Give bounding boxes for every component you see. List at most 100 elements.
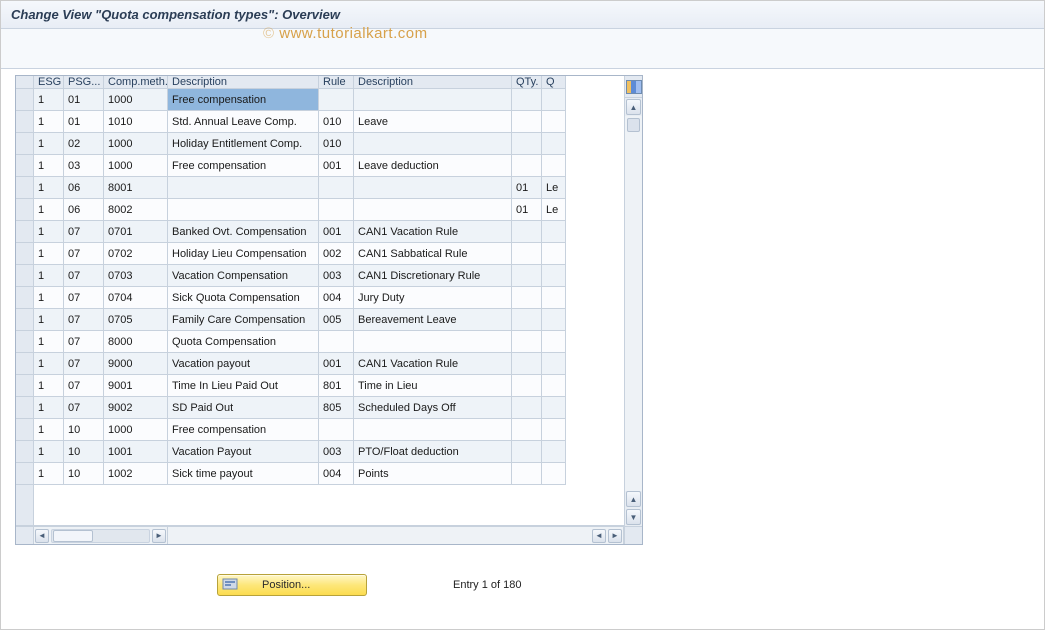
cell-comp[interactable]: 1000: [104, 89, 168, 111]
col-qty[interactable]: QTy.: [512, 76, 542, 89]
cell-esg[interactable]: 1: [34, 353, 64, 375]
scroll-right-button[interactable]: ►: [608, 529, 622, 543]
cell-q[interactable]: [542, 133, 566, 155]
cell-description-2[interactable]: [354, 133, 512, 155]
scroll-up-button[interactable]: ▲: [626, 99, 641, 115]
cell-comp[interactable]: 9001: [104, 375, 168, 397]
cell-description-2[interactable]: Points: [354, 463, 512, 485]
cell-psg[interactable]: 07: [64, 243, 104, 265]
cell-rule[interactable]: 010: [319, 133, 354, 155]
cell-rule[interactable]: [319, 419, 354, 441]
cell-esg[interactable]: 1: [34, 309, 64, 331]
table-row[interactable]: 1070705Family Care Compensation005Bereav…: [16, 309, 624, 331]
col-esg[interactable]: ESG: [34, 76, 64, 89]
cell-description-1[interactable]: Free compensation: [168, 89, 319, 111]
col-psg[interactable]: PSG...: [64, 76, 104, 89]
cell-description-2[interactable]: Leave: [354, 111, 512, 133]
cell-comp[interactable]: 9000: [104, 353, 168, 375]
cell-rule[interactable]: 004: [319, 287, 354, 309]
cell-description-1[interactable]: Std. Annual Leave Comp.: [168, 111, 319, 133]
scroll-right-button-fixed[interactable]: ►: [152, 529, 166, 543]
cell-rule[interactable]: 001: [319, 155, 354, 177]
table-row[interactable]: 1011010Std. Annual Leave Comp.010Leave: [16, 111, 624, 133]
cell-q[interactable]: [542, 89, 566, 111]
cell-q[interactable]: Le: [542, 177, 566, 199]
cell-qty[interactable]: [512, 353, 542, 375]
cell-comp[interactable]: 8002: [104, 199, 168, 221]
cell-psg[interactable]: 07: [64, 397, 104, 419]
scroll-track[interactable]: [625, 116, 642, 491]
table-row[interactable]: 106800201Le: [16, 199, 624, 221]
table-row[interactable]: 1070702Holiday Lieu Compensation002CAN1 …: [16, 243, 624, 265]
cell-qty[interactable]: [512, 419, 542, 441]
cell-description-1[interactable]: Vacation payout: [168, 353, 319, 375]
cell-q[interactable]: [542, 419, 566, 441]
cell-comp[interactable]: 9002: [104, 397, 168, 419]
cell-description-2[interactable]: [354, 419, 512, 441]
cell-rule[interactable]: 801: [319, 375, 354, 397]
cell-esg[interactable]: 1: [34, 89, 64, 111]
cell-q[interactable]: [542, 287, 566, 309]
cell-qty[interactable]: [512, 375, 542, 397]
cell-psg[interactable]: 07: [64, 309, 104, 331]
cell-esg[interactable]: 1: [34, 221, 64, 243]
cell-description-2[interactable]: Time in Lieu: [354, 375, 512, 397]
cell-esg[interactable]: 1: [34, 331, 64, 353]
cell-comp[interactable]: 0704: [104, 287, 168, 309]
cell-description-2[interactable]: CAN1 Sabbatical Rule: [354, 243, 512, 265]
cell-esg[interactable]: 1: [34, 375, 64, 397]
cell-psg[interactable]: 07: [64, 353, 104, 375]
cell-psg[interactable]: 06: [64, 177, 104, 199]
cell-esg[interactable]: 1: [34, 133, 64, 155]
table-row[interactable]: 1079001Time In Lieu Paid Out801Time in L…: [16, 375, 624, 397]
cell-description-1[interactable]: Sick Quota Compensation: [168, 287, 319, 309]
cell-comp[interactable]: 8001: [104, 177, 168, 199]
col-q[interactable]: Q: [542, 76, 566, 89]
cell-rule[interactable]: 002: [319, 243, 354, 265]
cell-q[interactable]: [542, 265, 566, 287]
cell-esg[interactable]: 1: [34, 155, 64, 177]
cell-q[interactable]: Le: [542, 199, 566, 221]
cell-q[interactable]: [542, 375, 566, 397]
table-row[interactable]: 1079000Vacation payout001CAN1 Vacation R…: [16, 353, 624, 375]
table-row[interactable]: 1011000Free compensation: [16, 89, 624, 111]
cell-comp[interactable]: 1010: [104, 111, 168, 133]
cell-q[interactable]: [542, 441, 566, 463]
cell-description-2[interactable]: Bereavement Leave: [354, 309, 512, 331]
cell-psg[interactable]: 07: [64, 265, 104, 287]
cell-description-1[interactable]: Family Care Compensation: [168, 309, 319, 331]
cell-description-1[interactable]: Free compensation: [168, 155, 319, 177]
cell-description-1[interactable]: Banked Ovt. Compensation: [168, 221, 319, 243]
cell-esg[interactable]: 1: [34, 177, 64, 199]
cell-q[interactable]: [542, 353, 566, 375]
cell-rule[interactable]: [319, 177, 354, 199]
cell-qty[interactable]: [512, 331, 542, 353]
cell-description-1[interactable]: Holiday Lieu Compensation: [168, 243, 319, 265]
cell-esg[interactable]: 1: [34, 463, 64, 485]
cell-qty[interactable]: [512, 287, 542, 309]
cell-q[interactable]: [542, 243, 566, 265]
cell-description-2[interactable]: Leave deduction: [354, 155, 512, 177]
cell-description-2[interactable]: CAN1 Vacation Rule: [354, 353, 512, 375]
cell-esg[interactable]: 1: [34, 441, 64, 463]
table-row[interactable]: 1079002SD Paid Out805Scheduled Days Off: [16, 397, 624, 419]
cell-q[interactable]: [542, 155, 566, 177]
cell-description-1[interactable]: Holiday Entitlement Comp.: [168, 133, 319, 155]
position-button[interactable]: Position...: [217, 574, 367, 596]
cell-description-1[interactable]: Vacation Payout: [168, 441, 319, 463]
cell-qty[interactable]: 01: [512, 177, 542, 199]
cell-description-2[interactable]: PTO/Float deduction: [354, 441, 512, 463]
cell-comp[interactable]: 8000: [104, 331, 168, 353]
cell-qty[interactable]: [512, 133, 542, 155]
cell-description-2[interactable]: Scheduled Days Off: [354, 397, 512, 419]
table-row[interactable]: 1021000Holiday Entitlement Comp.010: [16, 133, 624, 155]
cell-esg[interactable]: 1: [34, 287, 64, 309]
cell-q[interactable]: [542, 397, 566, 419]
cell-esg[interactable]: 1: [34, 419, 64, 441]
cell-comp[interactable]: 0705: [104, 309, 168, 331]
col-comp-meth[interactable]: Comp.meth.: [104, 76, 168, 89]
cell-qty[interactable]: [512, 243, 542, 265]
table-row[interactable]: 1031000Free compensation001Leave deducti…: [16, 155, 624, 177]
cell-qty[interactable]: [512, 111, 542, 133]
table-row[interactable]: 1078000Quota Compensation: [16, 331, 624, 353]
